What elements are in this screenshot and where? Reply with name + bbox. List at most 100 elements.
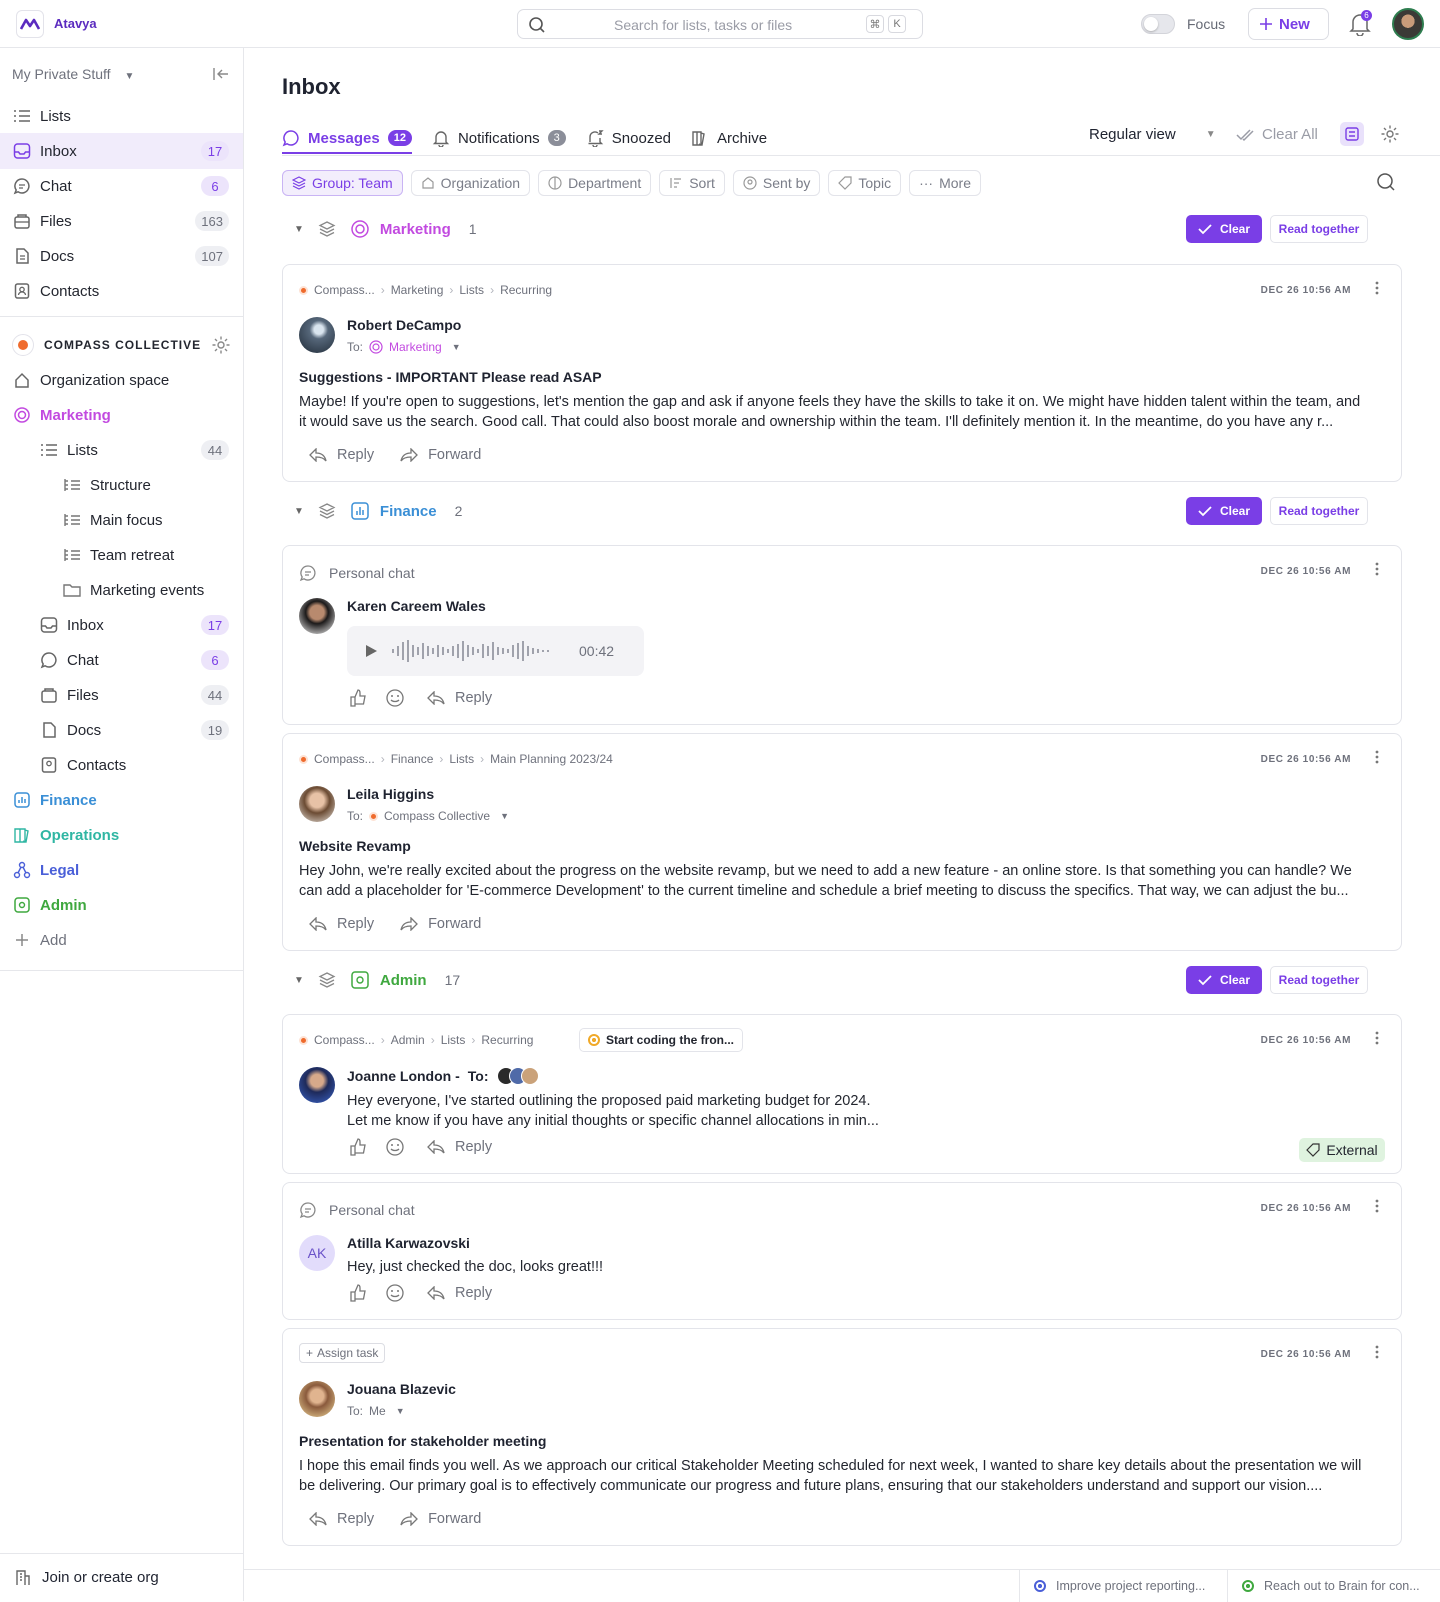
filter-more[interactable]: ··· More: [909, 170, 981, 196]
sidebar-item-mk-docs[interactable]: Docs 19: [0, 712, 243, 748]
read-together-button[interactable]: Read together: [1270, 497, 1368, 525]
clear-button[interactable]: Clear: [1186, 966, 1262, 994]
clear-button[interactable]: Clear: [1186, 215, 1262, 243]
more-vertical-icon[interactable]: [1375, 750, 1379, 769]
sidebar-item-admin[interactable]: Admin: [0, 887, 243, 923]
sidebar-item-legal[interactable]: Legal: [0, 852, 243, 888]
emoji-icon[interactable]: [385, 1283, 405, 1303]
crumb-item[interactable]: Recurring: [481, 1033, 533, 1047]
view-selector[interactable]: Regular view ▼: [1089, 126, 1216, 143]
crumb-item[interactable]: Lists: [459, 283, 484, 297]
sidebar-add-button[interactable]: Add: [0, 922, 243, 958]
sidebar-item-mk-chat[interactable]: Chat 6: [0, 642, 243, 678]
clear-all-button[interactable]: Clear All: [1236, 126, 1318, 143]
collapse-caret-icon[interactable]: ▼: [294, 506, 304, 517]
collapse-caret-icon[interactable]: ▼: [294, 224, 304, 235]
recipient-row[interactable]: To: Compass Collective ▼: [347, 809, 509, 823]
filter-sent-by[interactable]: Sent by: [732, 170, 821, 196]
more-vertical-icon[interactable]: [1375, 281, 1379, 300]
sidebar-item-finance[interactable]: Finance: [0, 782, 243, 818]
avatar[interactable]: [299, 317, 335, 353]
tab-notifications[interactable]: Notifications 3: [432, 124, 566, 152]
task-chip[interactable]: Reach out to Brain for con...: [1227, 1570, 1440, 1602]
org-header[interactable]: COMPASS COLLECTIVE: [12, 334, 201, 356]
thumbs-up-icon[interactable]: [349, 1137, 369, 1157]
filter-topic[interactable]: Topic: [828, 170, 902, 196]
avatar[interactable]: [299, 1381, 335, 1417]
crumb-item[interactable]: Compass...: [314, 1033, 375, 1047]
focus-toggle[interactable]: [1141, 14, 1175, 34]
message-card[interactable]: Compass... › Finance › Lists › Main Planning 2…: [282, 733, 1402, 951]
settings-gear-icon[interactable]: [1380, 124, 1400, 144]
sidebar-item-main-focus[interactable]: Main focus: [0, 502, 243, 538]
reply-button[interactable]: Reply: [427, 1285, 492, 1301]
sidebar-item-marketing[interactable]: Marketing: [0, 397, 243, 433]
message-card[interactable]: Personal chat DEC 26 10:56 AM Karen Care…: [282, 545, 1402, 725]
clear-button[interactable]: Clear: [1186, 497, 1262, 525]
crumb-item[interactable]: Recurring: [500, 283, 552, 297]
message-card[interactable]: Compass... › Admin › Lists › Recurring Start c…: [282, 1014, 1402, 1174]
sender-name[interactable]: Leila Higgins: [347, 786, 434, 802]
crumb-item[interactable]: Finance: [391, 752, 434, 766]
avatar[interactable]: [299, 786, 335, 822]
voice-message-player[interactable]: 00:42: [347, 626, 644, 676]
filter-department[interactable]: Department: [538, 170, 652, 196]
recipient-row[interactable]: To: Marketing ▼: [347, 340, 461, 354]
sidebar-item-inbox[interactable]: Inbox 17: [0, 133, 243, 169]
sidebar-item-lists[interactable]: Lists: [0, 98, 243, 134]
forward-button[interactable]: Forward: [400, 1511, 481, 1527]
more-vertical-icon[interactable]: [1375, 562, 1379, 581]
sidebar-item-mk-contacts[interactable]: Contacts: [0, 747, 243, 783]
sidebar-item-files[interactable]: Files 163: [0, 203, 243, 239]
reply-button[interactable]: Reply: [427, 690, 492, 706]
reply-button[interactable]: Reply: [309, 1511, 374, 1527]
more-vertical-icon[interactable]: [1375, 1031, 1379, 1050]
tab-snoozed[interactable]: Snoozed: [586, 124, 671, 152]
filter-sort[interactable]: Sort: [659, 170, 725, 196]
reply-button[interactable]: Reply: [309, 916, 374, 932]
tab-messages[interactable]: Messages 12: [282, 124, 412, 154]
user-avatar[interactable]: [1392, 8, 1424, 40]
sidebar-item-mk-inbox[interactable]: Inbox 17: [0, 607, 243, 643]
collapse-sidebar-icon[interactable]: [212, 66, 230, 82]
sender-name[interactable]: Karen Careem Wales: [347, 598, 486, 614]
read-together-button[interactable]: Read together: [1270, 215, 1368, 243]
gear-icon[interactable]: [211, 335, 231, 355]
read-together-button[interactable]: Read together: [1270, 966, 1368, 994]
forward-button[interactable]: Forward: [400, 916, 481, 932]
sender-name[interactable]: Atilla Karwazovski: [347, 1235, 470, 1251]
crumb-item[interactable]: Lists: [441, 1033, 466, 1047]
sidebar-item-chat[interactable]: Chat 6: [0, 168, 243, 204]
sidebar-item-mk-files[interactable]: Files 44: [0, 677, 243, 713]
sidebar-item-team-retreat[interactable]: Team retreat: [0, 537, 243, 573]
sender-name[interactable]: Jouana Blazevic: [347, 1381, 456, 1397]
sidebar-item-operations[interactable]: Operations: [0, 817, 243, 853]
task-chip[interactable]: Improve project reporting...: [1019, 1570, 1227, 1602]
external-tag[interactable]: External: [1299, 1138, 1385, 1162]
filter-group-team[interactable]: Group: Team: [282, 170, 403, 196]
forward-button[interactable]: Forward: [400, 447, 481, 463]
crumb-item[interactable]: Main Planning 2023/24: [490, 752, 613, 766]
recipient-row[interactable]: To: Me ▼: [347, 1404, 405, 1418]
more-vertical-icon[interactable]: [1375, 1199, 1379, 1218]
crumb-item[interactable]: Marketing: [391, 283, 444, 297]
join-org-button[interactable]: Join or create org: [0, 1553, 243, 1601]
crumb-item[interactable]: Admin: [391, 1033, 425, 1047]
reply-button[interactable]: Reply: [427, 1139, 492, 1155]
assign-task-button[interactable]: + Assign task: [299, 1343, 386, 1363]
recipient-avatars[interactable]: [496, 1067, 539, 1085]
avatar[interactable]: [299, 1067, 335, 1103]
emoji-icon[interactable]: [385, 1137, 405, 1157]
avatar[interactable]: [299, 598, 335, 634]
emoji-icon[interactable]: [385, 688, 405, 708]
sidebar-item-mk-lists[interactable]: Lists 44: [0, 432, 243, 468]
message-card[interactable]: + Assign task DEC 26 10:56 AM Jouana Blaz…: [282, 1328, 1402, 1546]
thumbs-up-icon[interactable]: [349, 1283, 369, 1303]
crumb-item[interactable]: Lists: [449, 752, 474, 766]
sidebar-item-structure[interactable]: Structure: [0, 467, 243, 503]
crumb-item[interactable]: Compass...: [314, 283, 375, 297]
tab-archive[interactable]: Archive: [691, 124, 767, 152]
global-search-input[interactable]: Search for lists, tasks or files ⌘ K: [517, 9, 923, 39]
more-vertical-icon[interactable]: [1375, 1345, 1379, 1364]
task-pill[interactable]: Start coding the fron...: [579, 1028, 743, 1052]
